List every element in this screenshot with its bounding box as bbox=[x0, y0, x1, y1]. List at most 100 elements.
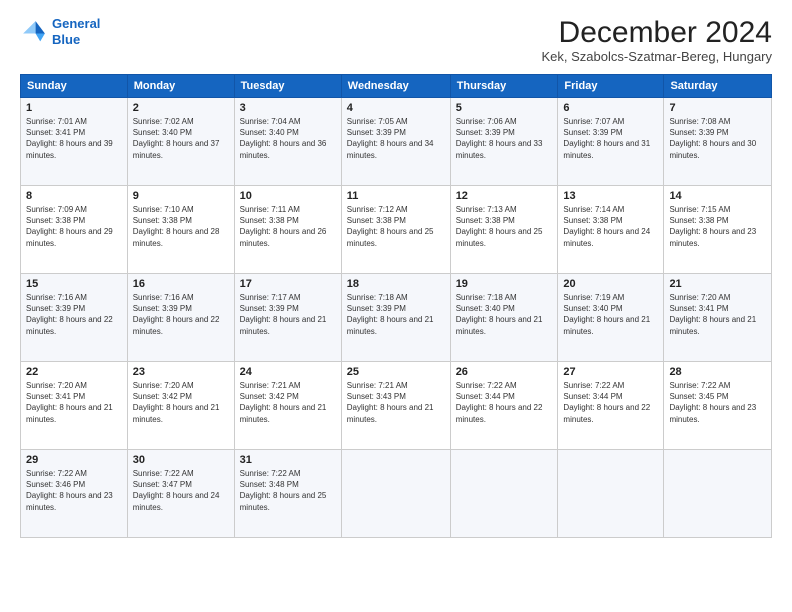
calendar-cell-20: 20 Sunrise: 7:19 AM Sunset: 3:40 PM Dayl… bbox=[558, 274, 664, 362]
day-number: 12 bbox=[456, 190, 553, 202]
title-block: December 2024 Kek, Szabolcs-Szatmar-Bere… bbox=[542, 16, 772, 64]
day-number: 8 bbox=[26, 190, 122, 202]
day-info: Sunrise: 7:21 AM Sunset: 3:43 PM Dayligh… bbox=[347, 380, 445, 425]
calendar-cell-28: 28 Sunrise: 7:22 AM Sunset: 3:45 PM Dayl… bbox=[664, 362, 772, 450]
day-number: 15 bbox=[26, 278, 122, 290]
calendar-week-4: 22 Sunrise: 7:20 AM Sunset: 3:41 PM Dayl… bbox=[21, 362, 772, 450]
logo-text: General Blue bbox=[52, 16, 100, 47]
col-tuesday: Tuesday bbox=[234, 75, 341, 98]
calendar-cell-26: 26 Sunrise: 7:22 AM Sunset: 3:44 PM Dayl… bbox=[450, 362, 558, 450]
day-info: Sunrise: 7:04 AM Sunset: 3:40 PM Dayligh… bbox=[240, 116, 336, 161]
day-info: Sunrise: 7:20 AM Sunset: 3:41 PM Dayligh… bbox=[669, 292, 766, 337]
calendar-cell-11: 11 Sunrise: 7:12 AM Sunset: 3:38 PM Dayl… bbox=[341, 186, 450, 274]
day-number: 18 bbox=[347, 278, 445, 290]
day-number: 6 bbox=[563, 102, 658, 114]
header: General Blue December 2024 Kek, Szabolcs… bbox=[20, 16, 772, 64]
day-info: Sunrise: 7:06 AM Sunset: 3:39 PM Dayligh… bbox=[456, 116, 553, 161]
calendar-cell-empty bbox=[450, 450, 558, 538]
logo-icon bbox=[20, 18, 48, 46]
calendar-week-2: 8 Sunrise: 7:09 AM Sunset: 3:38 PM Dayli… bbox=[21, 186, 772, 274]
calendar-cell-29: 29 Sunrise: 7:22 AM Sunset: 3:46 PM Dayl… bbox=[21, 450, 128, 538]
day-number: 19 bbox=[456, 278, 553, 290]
day-info: Sunrise: 7:22 AM Sunset: 3:47 PM Dayligh… bbox=[133, 468, 229, 513]
day-info: Sunrise: 7:07 AM Sunset: 3:39 PM Dayligh… bbox=[563, 116, 658, 161]
day-info: Sunrise: 7:22 AM Sunset: 3:45 PM Dayligh… bbox=[669, 380, 766, 425]
calendar-cell-1: 1 Sunrise: 7:01 AM Sunset: 3:41 PM Dayli… bbox=[21, 98, 128, 186]
calendar-cell-6: 6 Sunrise: 7:07 AM Sunset: 3:39 PM Dayli… bbox=[558, 98, 664, 186]
col-wednesday: Wednesday bbox=[341, 75, 450, 98]
calendar-cell-4: 4 Sunrise: 7:05 AM Sunset: 3:39 PM Dayli… bbox=[341, 98, 450, 186]
col-monday: Monday bbox=[127, 75, 234, 98]
day-number: 27 bbox=[563, 366, 658, 378]
subtitle: Kek, Szabolcs-Szatmar-Bereg, Hungary bbox=[542, 49, 772, 64]
calendar-cell-27: 27 Sunrise: 7:22 AM Sunset: 3:44 PM Dayl… bbox=[558, 362, 664, 450]
day-number: 2 bbox=[133, 102, 229, 114]
day-number: 3 bbox=[240, 102, 336, 114]
day-info: Sunrise: 7:13 AM Sunset: 3:38 PM Dayligh… bbox=[456, 204, 553, 249]
day-number: 25 bbox=[347, 366, 445, 378]
calendar-cell-23: 23 Sunrise: 7:20 AM Sunset: 3:42 PM Dayl… bbox=[127, 362, 234, 450]
calendar-cell-empty bbox=[341, 450, 450, 538]
day-info: Sunrise: 7:18 AM Sunset: 3:39 PM Dayligh… bbox=[347, 292, 445, 337]
day-number: 1 bbox=[26, 102, 122, 114]
day-number: 13 bbox=[563, 190, 658, 202]
day-info: Sunrise: 7:10 AM Sunset: 3:38 PM Dayligh… bbox=[133, 204, 229, 249]
calendar-header-row: Sunday Monday Tuesday Wednesday Thursday… bbox=[21, 75, 772, 98]
day-number: 11 bbox=[347, 190, 445, 202]
main-title: December 2024 bbox=[542, 16, 772, 49]
day-info: Sunrise: 7:17 AM Sunset: 3:39 PM Dayligh… bbox=[240, 292, 336, 337]
day-number: 9 bbox=[133, 190, 229, 202]
calendar-week-1: 1 Sunrise: 7:01 AM Sunset: 3:41 PM Dayli… bbox=[21, 98, 772, 186]
day-number: 24 bbox=[240, 366, 336, 378]
day-number: 16 bbox=[133, 278, 229, 290]
day-info: Sunrise: 7:14 AM Sunset: 3:38 PM Dayligh… bbox=[563, 204, 658, 249]
day-number: 5 bbox=[456, 102, 553, 114]
calendar-cell-12: 12 Sunrise: 7:13 AM Sunset: 3:38 PM Dayl… bbox=[450, 186, 558, 274]
day-number: 20 bbox=[563, 278, 658, 290]
calendar-cell-31: 31 Sunrise: 7:22 AM Sunset: 3:48 PM Dayl… bbox=[234, 450, 341, 538]
calendar-cell-18: 18 Sunrise: 7:18 AM Sunset: 3:39 PM Dayl… bbox=[341, 274, 450, 362]
day-number: 10 bbox=[240, 190, 336, 202]
day-number: 4 bbox=[347, 102, 445, 114]
day-info: Sunrise: 7:15 AM Sunset: 3:38 PM Dayligh… bbox=[669, 204, 766, 249]
page: General Blue December 2024 Kek, Szabolcs… bbox=[0, 0, 792, 612]
day-number: 26 bbox=[456, 366, 553, 378]
calendar-week-5: 29 Sunrise: 7:22 AM Sunset: 3:46 PM Dayl… bbox=[21, 450, 772, 538]
calendar-table: Sunday Monday Tuesday Wednesday Thursday… bbox=[20, 74, 772, 538]
calendar-cell-2: 2 Sunrise: 7:02 AM Sunset: 3:40 PM Dayli… bbox=[127, 98, 234, 186]
calendar-cell-24: 24 Sunrise: 7:21 AM Sunset: 3:42 PM Dayl… bbox=[234, 362, 341, 450]
calendar-cell-8: 8 Sunrise: 7:09 AM Sunset: 3:38 PM Dayli… bbox=[21, 186, 128, 274]
day-info: Sunrise: 7:22 AM Sunset: 3:46 PM Dayligh… bbox=[26, 468, 122, 513]
day-info: Sunrise: 7:21 AM Sunset: 3:42 PM Dayligh… bbox=[240, 380, 336, 425]
day-info: Sunrise: 7:09 AM Sunset: 3:38 PM Dayligh… bbox=[26, 204, 122, 249]
calendar-cell-empty bbox=[558, 450, 664, 538]
day-number: 22 bbox=[26, 366, 122, 378]
day-info: Sunrise: 7:18 AM Sunset: 3:40 PM Dayligh… bbox=[456, 292, 553, 337]
calendar-cell-7: 7 Sunrise: 7:08 AM Sunset: 3:39 PM Dayli… bbox=[664, 98, 772, 186]
day-info: Sunrise: 7:05 AM Sunset: 3:39 PM Dayligh… bbox=[347, 116, 445, 161]
calendar-cell-21: 21 Sunrise: 7:20 AM Sunset: 3:41 PM Dayl… bbox=[664, 274, 772, 362]
calendar-cell-3: 3 Sunrise: 7:04 AM Sunset: 3:40 PM Dayli… bbox=[234, 98, 341, 186]
col-sunday: Sunday bbox=[21, 75, 128, 98]
day-number: 7 bbox=[669, 102, 766, 114]
day-info: Sunrise: 7:19 AM Sunset: 3:40 PM Dayligh… bbox=[563, 292, 658, 337]
calendar-cell-empty bbox=[664, 450, 772, 538]
calendar-week-3: 15 Sunrise: 7:16 AM Sunset: 3:39 PM Dayl… bbox=[21, 274, 772, 362]
day-info: Sunrise: 7:20 AM Sunset: 3:41 PM Dayligh… bbox=[26, 380, 122, 425]
calendar-cell-15: 15 Sunrise: 7:16 AM Sunset: 3:39 PM Dayl… bbox=[21, 274, 128, 362]
calendar-cell-5: 5 Sunrise: 7:06 AM Sunset: 3:39 PM Dayli… bbox=[450, 98, 558, 186]
day-info: Sunrise: 7:22 AM Sunset: 3:48 PM Dayligh… bbox=[240, 468, 336, 513]
col-saturday: Saturday bbox=[664, 75, 772, 98]
day-info: Sunrise: 7:22 AM Sunset: 3:44 PM Dayligh… bbox=[563, 380, 658, 425]
day-info: Sunrise: 7:08 AM Sunset: 3:39 PM Dayligh… bbox=[669, 116, 766, 161]
day-info: Sunrise: 7:01 AM Sunset: 3:41 PM Dayligh… bbox=[26, 116, 122, 161]
day-info: Sunrise: 7:20 AM Sunset: 3:42 PM Dayligh… bbox=[133, 380, 229, 425]
day-number: 31 bbox=[240, 454, 336, 466]
calendar-cell-22: 22 Sunrise: 7:20 AM Sunset: 3:41 PM Dayl… bbox=[21, 362, 128, 450]
day-info: Sunrise: 7:12 AM Sunset: 3:38 PM Dayligh… bbox=[347, 204, 445, 249]
col-friday: Friday bbox=[558, 75, 664, 98]
calendar-cell-10: 10 Sunrise: 7:11 AM Sunset: 3:38 PM Dayl… bbox=[234, 186, 341, 274]
logo: General Blue bbox=[20, 16, 100, 47]
calendar-cell-25: 25 Sunrise: 7:21 AM Sunset: 3:43 PM Dayl… bbox=[341, 362, 450, 450]
day-info: Sunrise: 7:02 AM Sunset: 3:40 PM Dayligh… bbox=[133, 116, 229, 161]
